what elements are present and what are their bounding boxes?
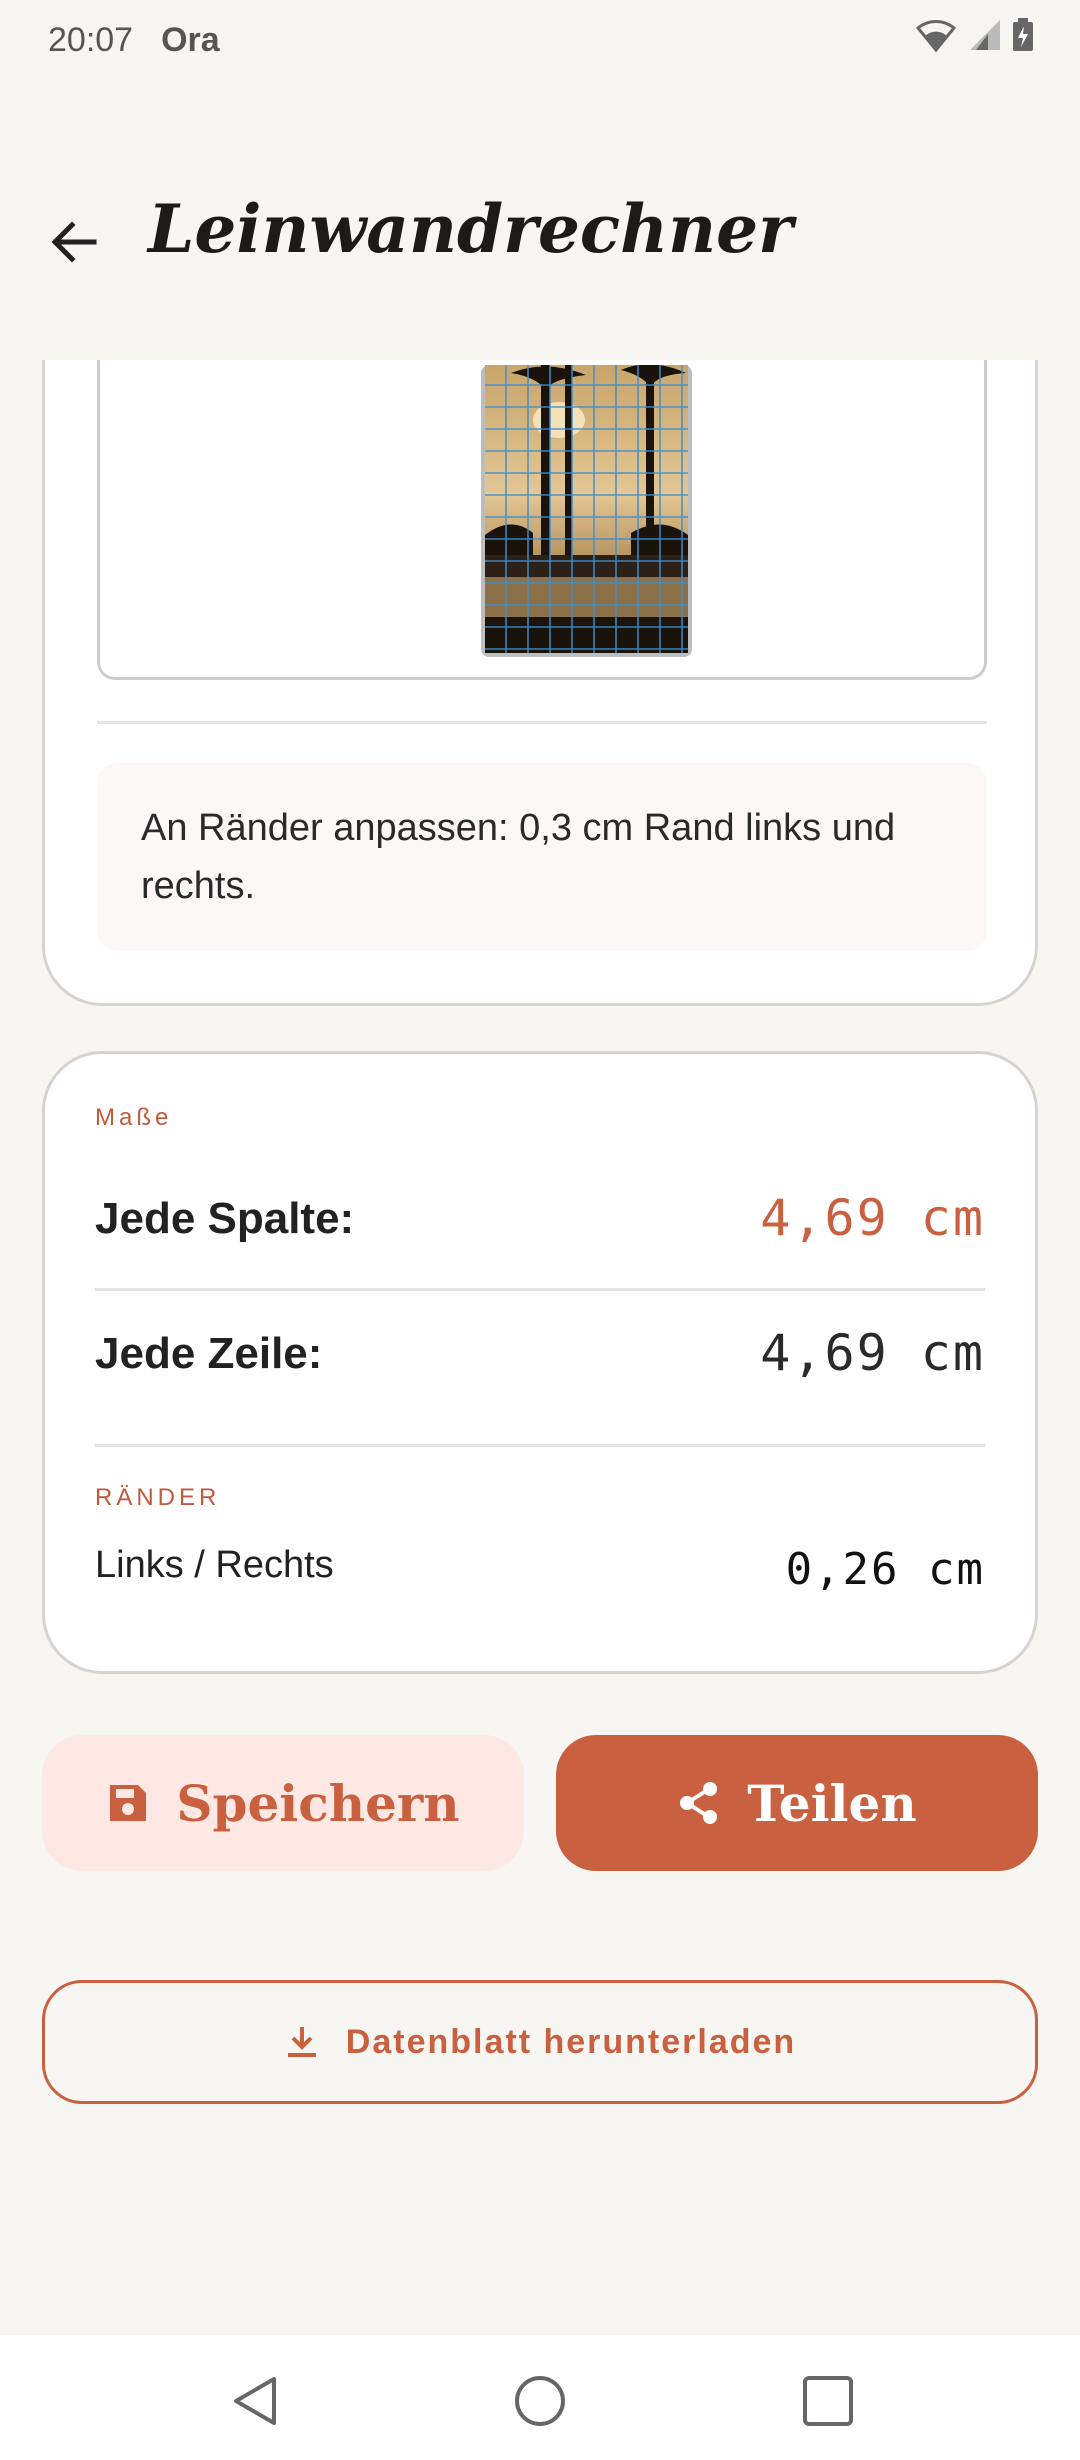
- content-scroll[interactable]: An Ränder anpassen: 0,3 cm Rand links un…: [0, 360, 1080, 2335]
- preview-card: An Ränder anpassen: 0,3 cm Rand links un…: [42, 360, 1038, 1006]
- divider: [95, 1288, 985, 1291]
- download-datasheet-button[interactable]: Datenblatt herunterladen: [42, 1980, 1038, 2104]
- back-arrow-icon: [51, 221, 97, 263]
- measurements-card: Maße Jede Spalte: 4,69 cm Jede Zeile: 4,…: [42, 1051, 1038, 1674]
- battery-icon: [1013, 18, 1033, 51]
- status-bar: 20:07 Ora: [0, 0, 1080, 80]
- status-time: 20:07: [48, 20, 134, 59]
- share-icon: [680, 1782, 718, 1824]
- signal-icon: [970, 20, 1000, 50]
- column-value: 4,69 cm: [760, 1189, 985, 1247]
- page-title: Leinwandrechner: [148, 190, 793, 268]
- margins-value: 0,26 cm: [785, 1544, 985, 1595]
- save-icon: [110, 1785, 147, 1821]
- download-icon: [287, 2027, 316, 2057]
- margins-label: Links / Rechts: [95, 1544, 334, 1586]
- margins-section-title: RÄNDER: [95, 1484, 221, 1511]
- save-button[interactable]: Speichern: [42, 1735, 524, 1871]
- save-label: Speichern: [176, 1773, 460, 1833]
- row-value: 4,69 cm: [760, 1324, 985, 1382]
- fit-info-text: An Ränder anpassen: 0,3 cm Rand links un…: [141, 807, 896, 907]
- nav-home-icon[interactable]: [514, 2375, 566, 2427]
- divider: [95, 1444, 985, 1447]
- app-bar: Leinwandrechner: [0, 160, 1080, 310]
- row-label: Jede Zeile:: [95, 1329, 323, 1378]
- column-label: Jede Spalte:: [95, 1194, 355, 1243]
- wifi-icon: [916, 20, 956, 52]
- status-carrier: Ora: [161, 20, 220, 59]
- back-button[interactable]: [44, 212, 104, 272]
- nav-back-icon[interactable]: [230, 2375, 280, 2427]
- canvas-preview-frame: [97, 360, 987, 680]
- measurements-section-title: Maße: [95, 1104, 173, 1131]
- fit-info-box: An Ränder anpassen: 0,3 cm Rand links un…: [97, 763, 987, 951]
- divider: [97, 721, 987, 724]
- share-label: Teilen: [747, 1773, 917, 1833]
- download-label: Datenblatt herunterladen: [345, 2022, 797, 2061]
- system-nav-bar: [0, 2335, 1080, 2460]
- nav-recents-icon[interactable]: [802, 2375, 854, 2427]
- status-icons: [916, 18, 1034, 52]
- canvas-preview-image: [481, 365, 692, 657]
- share-button[interactable]: Teilen: [556, 1735, 1038, 1871]
